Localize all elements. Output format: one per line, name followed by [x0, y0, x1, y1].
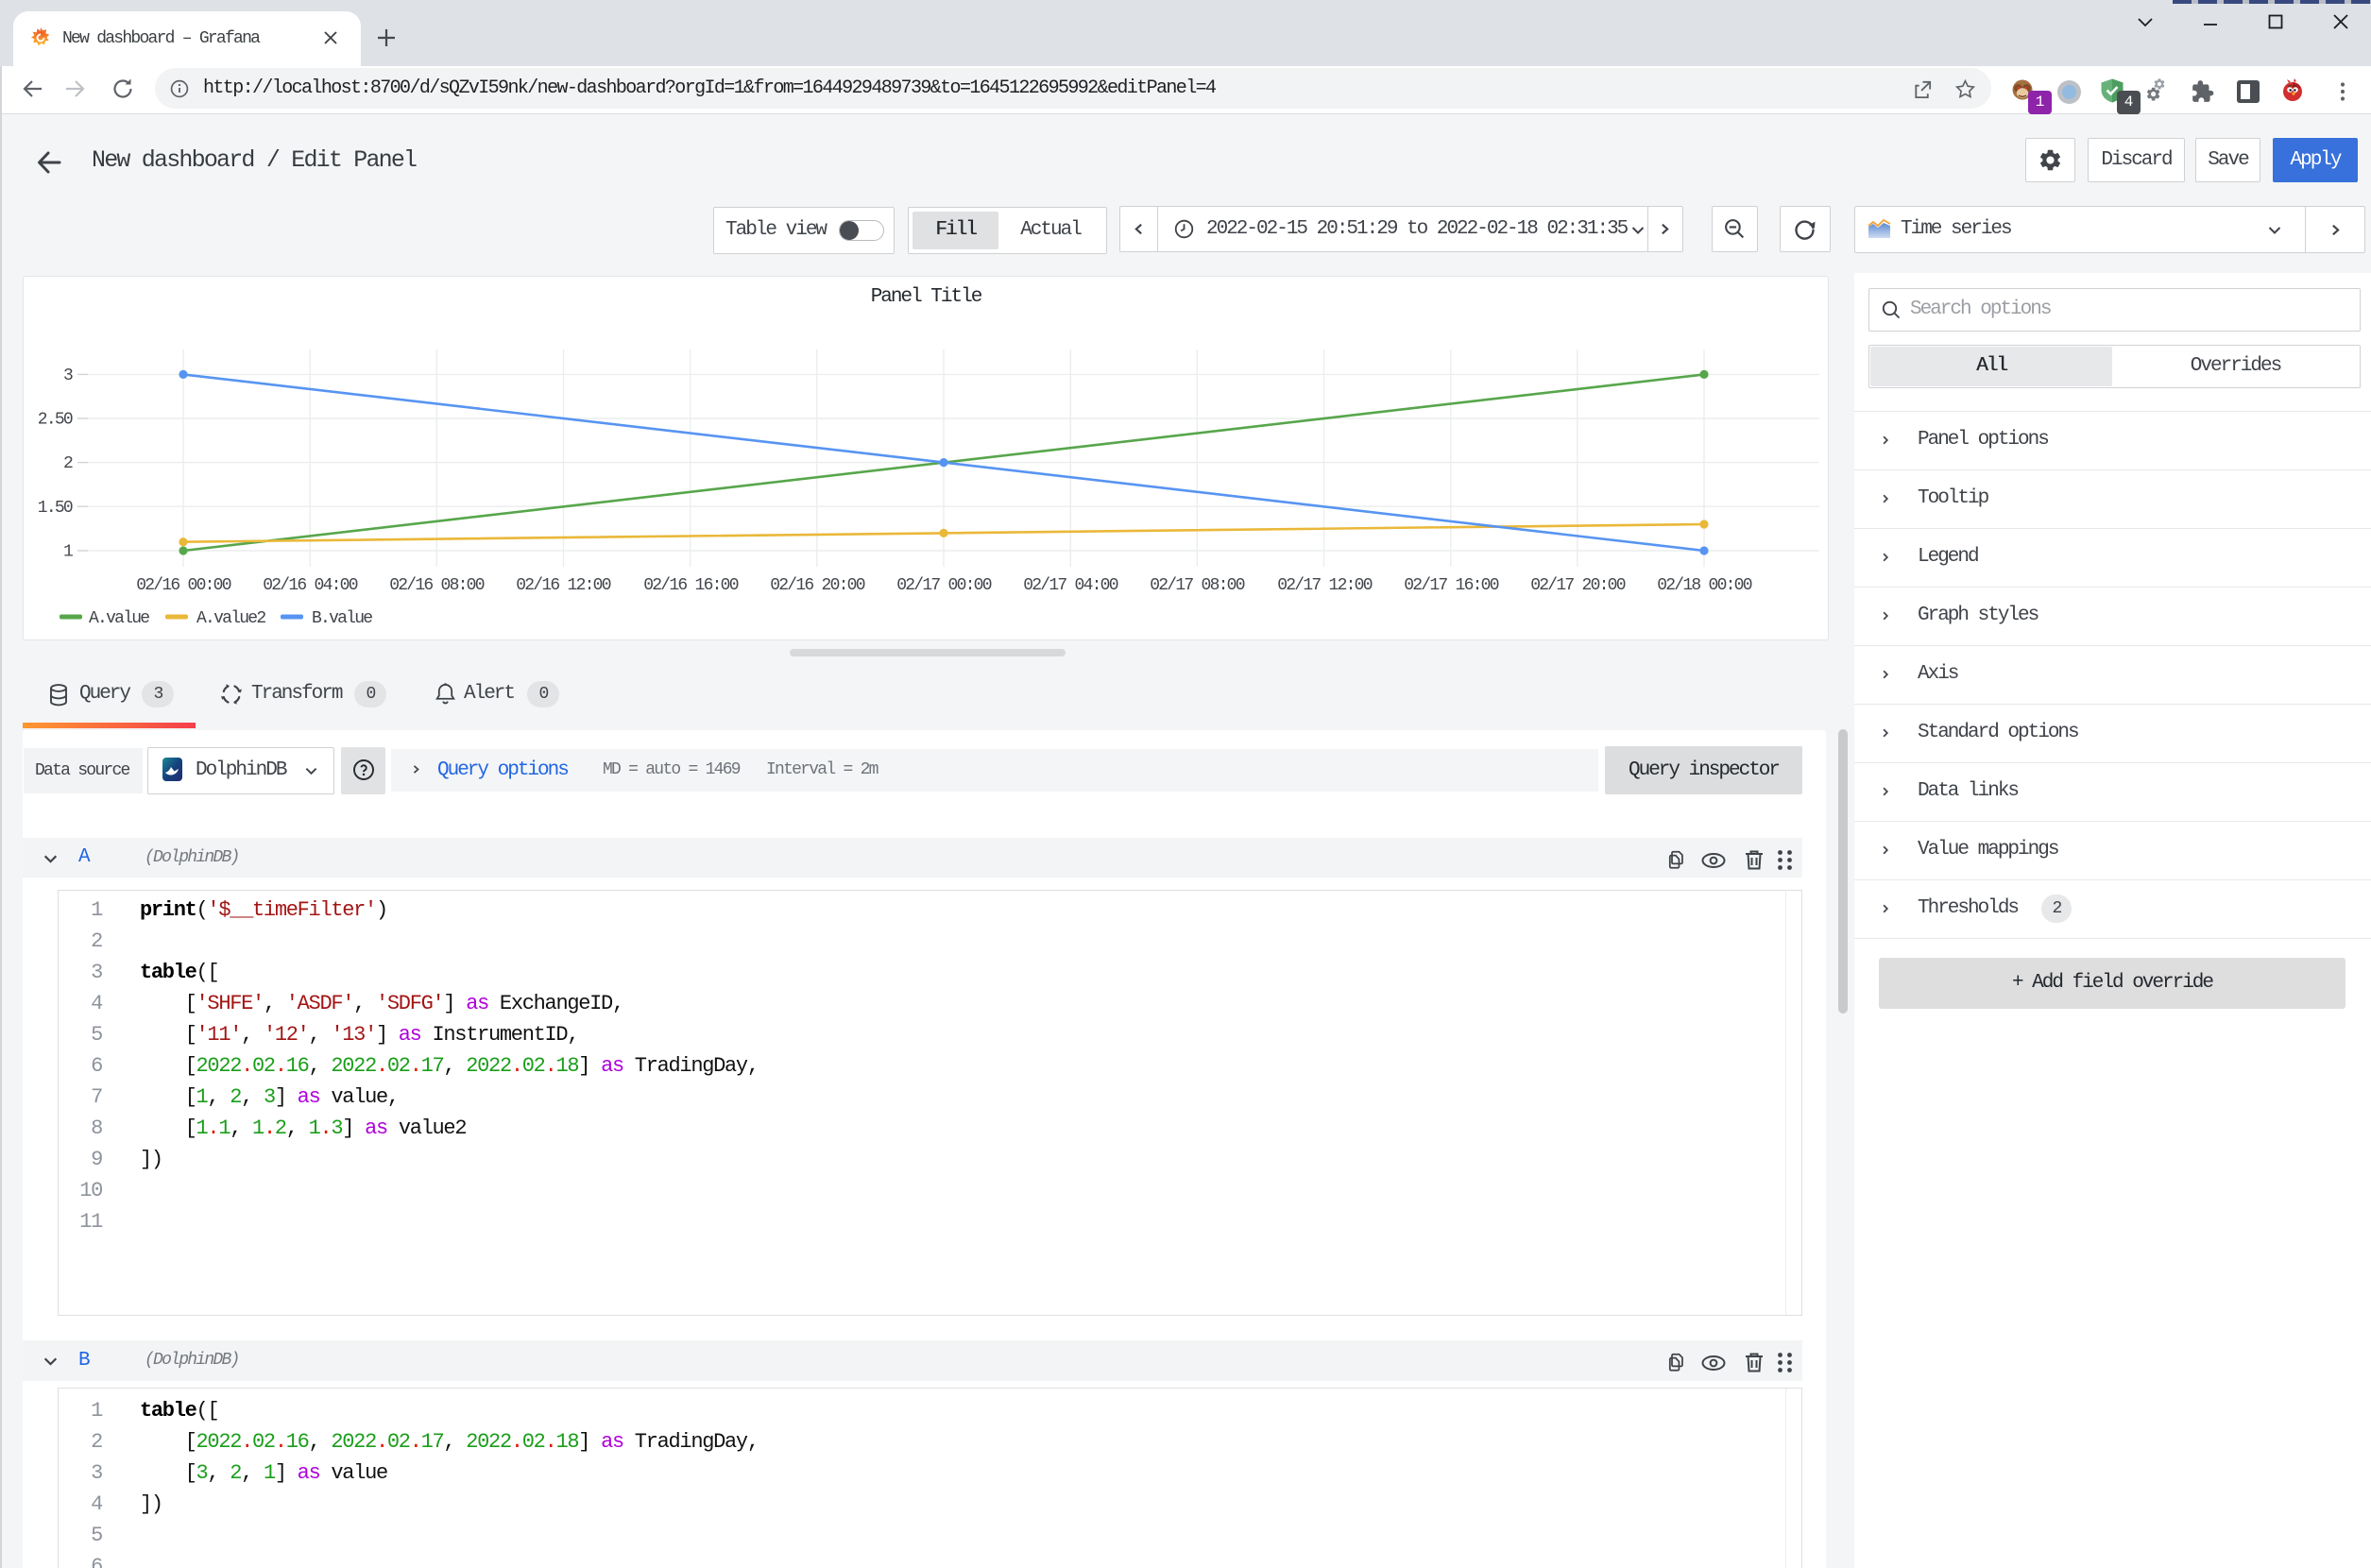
svg-text:02/17 00:00: 02/17 00:00 [896, 576, 992, 595]
svg-text:A.value2: A.value2 [196, 609, 265, 628]
svg-text:2: 2 [63, 454, 73, 473]
svg-text:02/16 12:00: 02/16 12:00 [516, 576, 611, 595]
svg-text:02/17 04:00: 02/17 04:00 [1023, 576, 1118, 595]
svg-text:02/18 00:00: 02/18 00:00 [1657, 576, 1752, 595]
svg-text:02/17 20:00: 02/17 20:00 [1530, 576, 1626, 595]
svg-text:02/16 00:00: 02/16 00:00 [136, 576, 231, 595]
svg-text:1.50: 1.50 [38, 499, 73, 518]
svg-text:02/16 04:00: 02/16 04:00 [263, 576, 358, 595]
svg-text:02/17 16:00: 02/17 16:00 [1404, 576, 1499, 595]
svg-text:02/16 20:00: 02/16 20:00 [770, 576, 865, 595]
svg-text:1: 1 [63, 543, 73, 562]
svg-text:02/16 08:00: 02/16 08:00 [389, 576, 485, 595]
svg-text:A.value: A.value [89, 609, 149, 628]
svg-text:B.value: B.value [312, 609, 372, 628]
svg-text:02/17 12:00: 02/17 12:00 [1277, 576, 1373, 595]
svg-text:3: 3 [63, 366, 73, 385]
svg-text:2.50: 2.50 [38, 411, 73, 430]
svg-text:02/17 08:00: 02/17 08:00 [1150, 576, 1245, 595]
svg-text:02/16 16:00: 02/16 16:00 [643, 576, 739, 595]
